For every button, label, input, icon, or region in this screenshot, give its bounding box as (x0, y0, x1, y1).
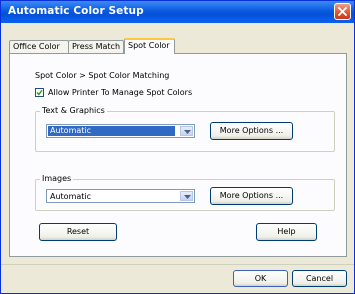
close-button[interactable] (334, 3, 351, 20)
title-bar[interactable]: Automatic Color Setup (1, 1, 354, 23)
ok-button[interactable]: OK (233, 270, 288, 287)
images-value: Automatic (50, 192, 92, 201)
footer-divider (1, 264, 354, 265)
text-graphics-more-options-button[interactable]: More Options ... (210, 122, 293, 140)
tab-label: Office Color (13, 42, 60, 51)
tab-press-match[interactable]: Press Match (68, 40, 124, 53)
button-label: More Options ... (219, 126, 284, 135)
close-icon (338, 7, 347, 16)
button-label: Help (277, 227, 296, 236)
text-graphics-value: Automatic (48, 126, 175, 136)
window-title: Automatic Color Setup (8, 5, 144, 17)
button-label: Reset (66, 227, 90, 236)
button-label: More Options ... (219, 191, 284, 200)
images-group: Images Automatic More Options ... (35, 174, 335, 211)
tab-label: Press Match (72, 42, 121, 51)
text-graphics-label: Text & Graphics (40, 106, 107, 115)
allow-spot-label: Allow Printer To Manage Spot Colors (48, 88, 193, 97)
button-label: OK (254, 274, 267, 283)
help-button[interactable]: Help (256, 223, 317, 241)
dropdown-arrow[interactable] (180, 191, 193, 201)
images-more-options-button[interactable]: More Options ... (210, 187, 293, 205)
allow-spot-checkbox[interactable] (35, 88, 44, 97)
text-graphics-group: Text & Graphics Automatic More Options .… (35, 106, 335, 152)
tab-office-color[interactable]: Office Color (9, 40, 69, 53)
images-label: Images (40, 174, 74, 183)
text-graphics-select[interactable]: Automatic (46, 124, 195, 138)
dropdown-arrow[interactable] (180, 126, 193, 136)
button-label: Cancel (305, 274, 334, 283)
cancel-button[interactable]: Cancel (292, 270, 347, 287)
dialog-window: Automatic Color Setup Office Color Press… (0, 0, 355, 294)
images-select[interactable]: Automatic (46, 189, 195, 203)
chevron-down-icon (184, 130, 191, 134)
checkmark-icon (36, 89, 43, 96)
reset-button[interactable]: Reset (39, 223, 117, 241)
tab-label: Spot Color (128, 41, 170, 50)
section-breadcrumb: Spot Color > Spot Color Matching (35, 71, 170, 80)
tab-spot-color[interactable]: Spot Color (124, 38, 175, 54)
chevron-down-icon (184, 195, 191, 199)
spot-color-panel: Spot Color > Spot Color Matching Allow P… (9, 53, 347, 257)
